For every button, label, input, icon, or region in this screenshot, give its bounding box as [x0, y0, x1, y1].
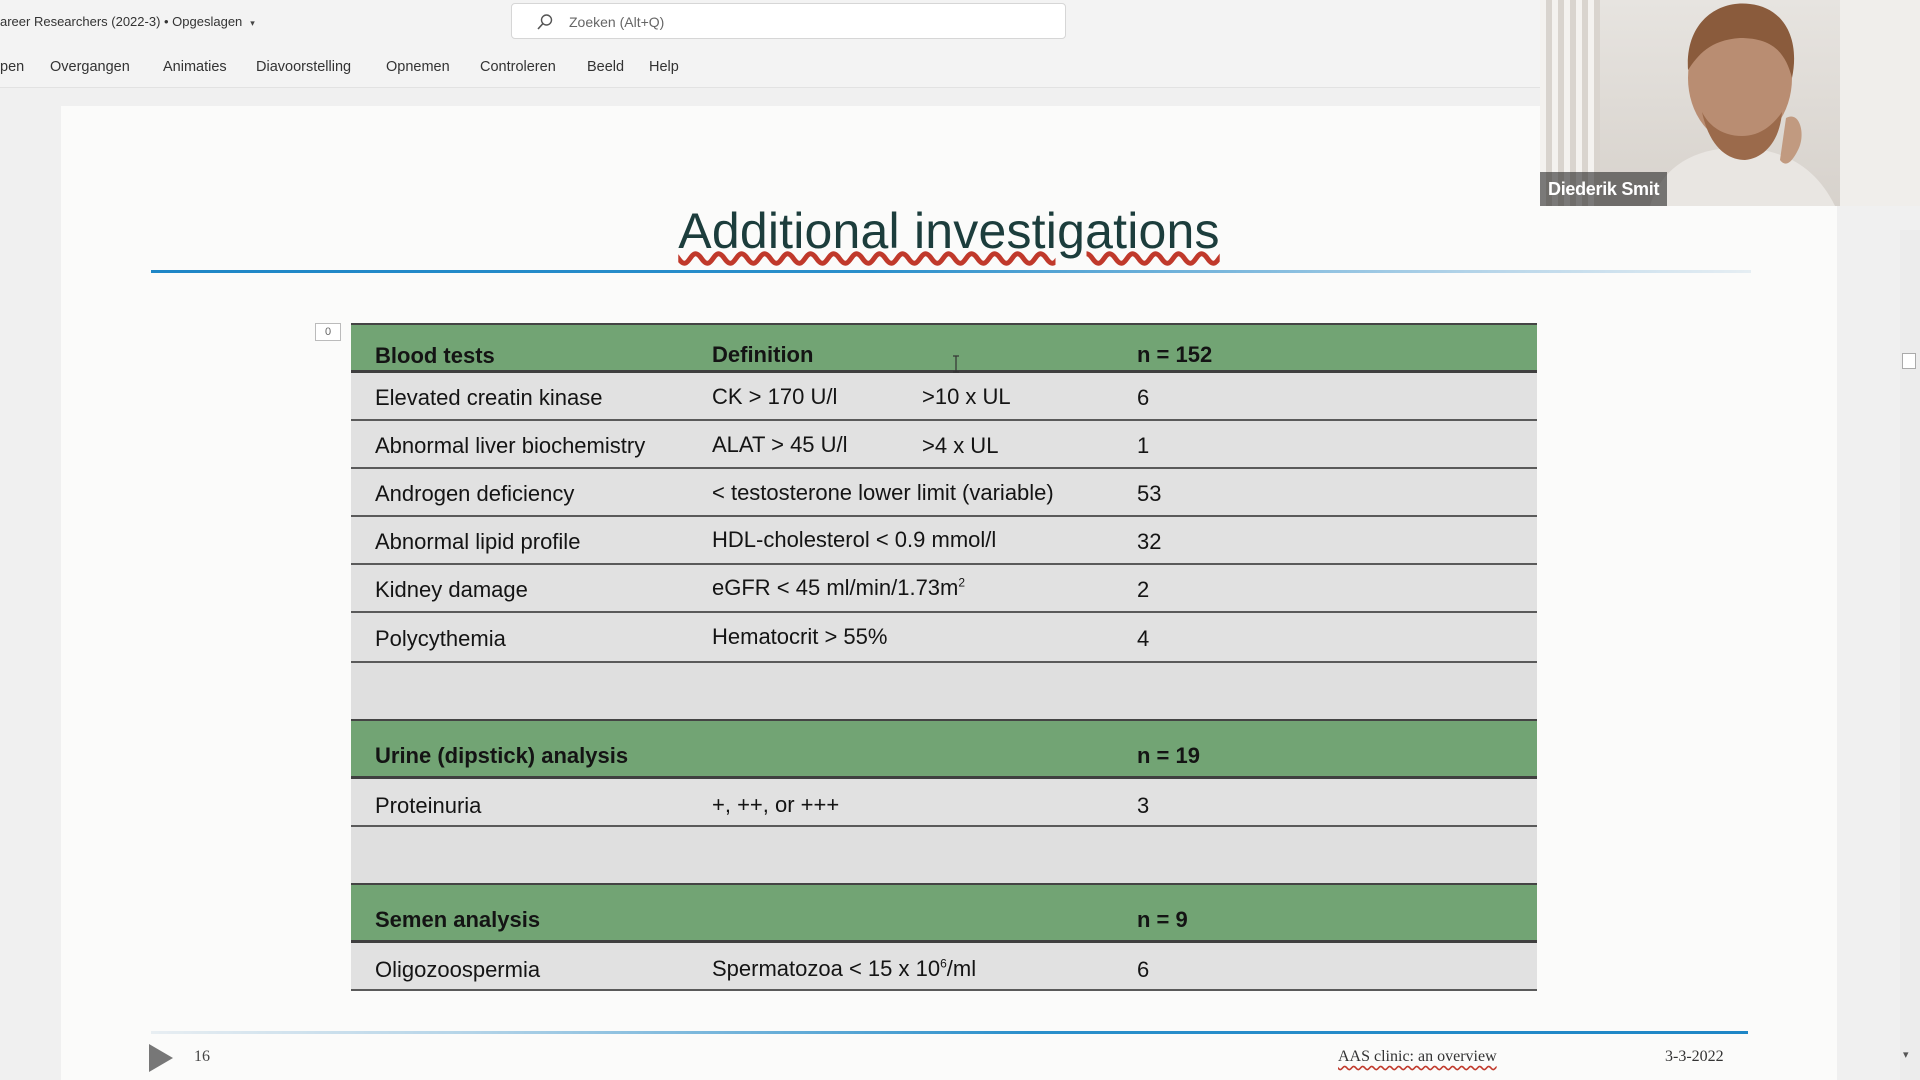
header-n-urine: n = 19 — [1137, 743, 1200, 768]
search-icon — [537, 14, 553, 30]
definition-tail: /ml — [946, 956, 977, 981]
table-row: Abnormal lipid profile HDL-cholesterol <… — [351, 517, 1537, 565]
tab-controleren[interactable]: Controleren — [480, 59, 556, 75]
document-title[interactable]: areer Researchers (2022-3) • Opgeslagen ▾ — [0, 14, 255, 29]
animation-counter: 0 — [315, 323, 341, 341]
row-name: Polycythemia — [375, 626, 506, 651]
search-placeholder: Zoeken (Alt+Q) — [569, 14, 665, 30]
row-count: 3 — [1137, 793, 1150, 818]
table-header-row: Semen analysis n = 9 — [351, 883, 1537, 943]
tab-beeld[interactable]: Beeld — [587, 59, 624, 75]
row-definition: +, ++, or +++ — [712, 792, 840, 817]
header-blood-tests: Blood tests — [375, 343, 495, 368]
row-definition: ALAT > 45 U/l — [712, 432, 848, 457]
table-row: Polycythemia Hematocrit > 55% 4 — [351, 613, 1537, 663]
slide-title-text: Additional investigations — [678, 203, 1220, 259]
row-name: Androgen deficiency — [375, 481, 575, 506]
row-name: Oligozoospermia — [375, 957, 541, 982]
definition-text: Spermatozoa < 15 x 10 — [712, 956, 941, 981]
row-definition: eGFR < 45 ml/min/1.73m2 — [712, 575, 965, 601]
table-row: Androgen deficiency < testosterone lower… — [351, 469, 1537, 517]
row-count: 32 — [1137, 529, 1162, 554]
table-row: Oligozoospermia Spermatozoa < 15 x 106/m… — [351, 943, 1537, 991]
table-row: Proteinuria +, ++, or +++ 3 — [351, 779, 1537, 827]
superscript: 6 — [940, 956, 947, 971]
footer-text: AAS clinic: an overview — [1338, 1048, 1497, 1065]
table-row: Elevated creatin kinase CK > 170 U/l >10… — [351, 373, 1537, 421]
search-box[interactable]: Zoeken (Alt+Q) — [511, 3, 1066, 39]
row-count: 6 — [1137, 957, 1150, 982]
row-count: 4 — [1137, 626, 1150, 651]
header-definition: Definition — [712, 342, 814, 367]
row-definition: Hematocrit > 55% — [712, 624, 888, 649]
row-definition: CK > 170 U/l — [712, 384, 838, 409]
table-spacer — [351, 663, 1537, 719]
tab-openen[interactable]: pen — [0, 59, 24, 75]
text-cursor-icon — [953, 355, 959, 373]
row-name: Abnormal liver biochemistry — [375, 433, 646, 458]
scroll-thumb[interactable] — [1902, 353, 1916, 369]
play-icon[interactable] — [149, 1044, 173, 1072]
table-header-row: Blood tests Definition n = 152 — [351, 323, 1537, 373]
participant-name: Diederik Smit — [1540, 172, 1668, 206]
tab-overgangen[interactable]: Overgangen — [50, 59, 130, 75]
slide-canvas[interactable]: Additional investigations 0 Blood tests … — [61, 106, 1837, 1080]
table-row: Kidney damage eGFR < 45 ml/min/1.73m2 2 — [351, 565, 1537, 613]
row-name: Abnormal lipid profile — [375, 529, 581, 554]
header-n-blood: n = 152 — [1137, 342, 1213, 367]
row-count: 6 — [1137, 385, 1150, 410]
row-name: Proteinuria — [375, 793, 482, 818]
table-row: Abnormal liver biochemistry ALAT > 45 U/… — [351, 421, 1537, 469]
row-count: 1 — [1137, 433, 1150, 458]
tab-opnemen[interactable]: Opnemen — [386, 59, 450, 75]
tab-help[interactable]: Help — [649, 59, 679, 75]
row-count: 2 — [1137, 577, 1150, 602]
superscript: 2 — [958, 575, 966, 590]
scroll-down-icon[interactable]: ▾ — [1903, 1048, 1909, 1061]
table-header-row: Urine (dipstick) analysis n = 19 — [351, 719, 1537, 779]
document-title-text: areer Researchers (2022-3) • Opgeslagen — [0, 14, 243, 29]
footer-date: 3-3-2022 — [1665, 1048, 1724, 1065]
row-definition: < testosterone lower limit (variable) — [712, 480, 1054, 505]
header-n-semen: n = 9 — [1137, 907, 1188, 932]
row-definition: Spermatozoa < 15 x 106/ml — [712, 956, 976, 982]
row-extra: >4 x UL — [922, 433, 999, 458]
slide-title: Additional investigations — [61, 202, 1837, 260]
header-urine: Urine (dipstick) analysis — [375, 743, 629, 768]
row-name: Elevated creatin kinase — [375, 385, 603, 410]
footer-divider — [151, 1031, 1748, 1034]
title-divider — [151, 270, 1751, 273]
webcam-video: Diederik Smit — [1540, 0, 1920, 206]
tab-diavoorstelling[interactable]: Diavoorstelling — [256, 59, 351, 75]
header-semen: Semen analysis — [375, 907, 541, 932]
row-definition: HDL-cholesterol < 0.9 mmol/l — [712, 527, 997, 552]
tab-animaties[interactable]: Animaties — [163, 59, 227, 75]
row-count: 53 — [1137, 481, 1162, 506]
slide-number: 16 — [194, 1048, 210, 1065]
definition-text: eGFR < 45 ml/min/1.73m — [712, 575, 959, 600]
chevron-down-icon[interactable]: ▾ — [250, 18, 255, 28]
row-extra: >10 x UL — [922, 384, 1011, 409]
table-spacer — [351, 827, 1537, 883]
row-name: Kidney damage — [375, 577, 528, 602]
